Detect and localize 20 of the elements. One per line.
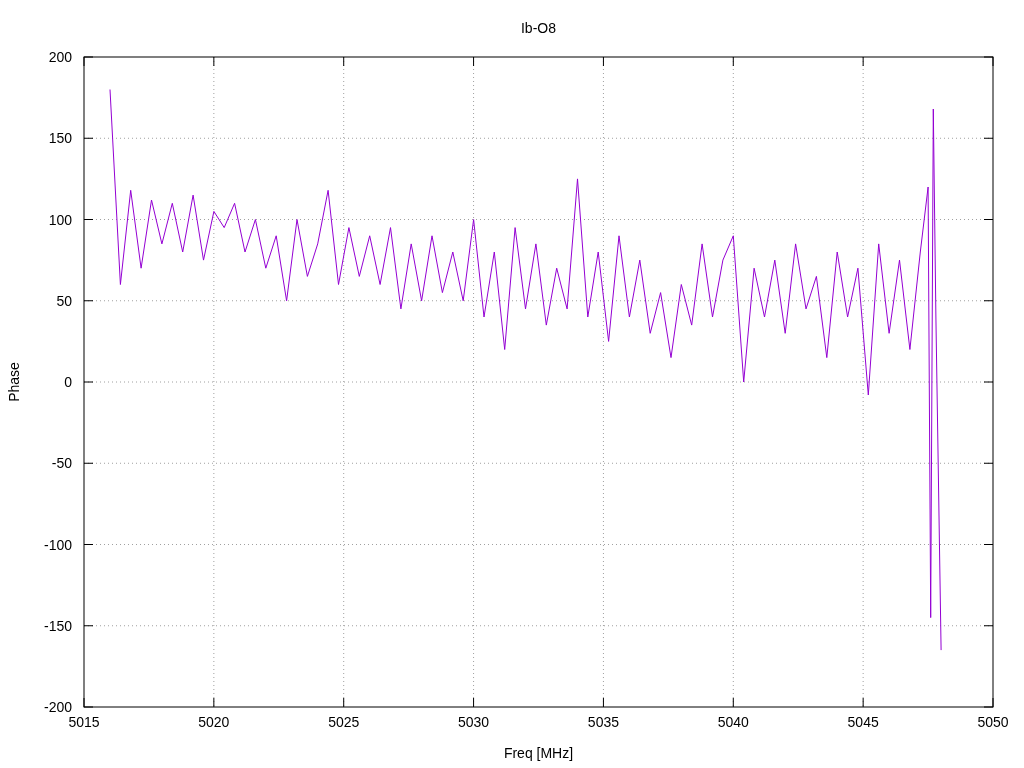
- x-tick-label: 5040: [717, 714, 749, 730]
- chart-title: Ib-O8: [521, 20, 556, 36]
- x-tick-label: 5035: [587, 714, 619, 730]
- y-tick-label: -200: [43, 699, 72, 715]
- x-tick-label: 5020: [198, 714, 230, 730]
- y-tick-label: -150: [43, 617, 72, 634]
- x-tick-label: 5025: [328, 714, 360, 730]
- x-tick-label: 5050: [977, 714, 1009, 730]
- y-tick-label: 100: [48, 211, 72, 228]
- y-axis-label: Phase: [6, 362, 22, 402]
- x-tick-label: 5030: [458, 714, 490, 730]
- x-tick-label: 5045: [847, 714, 879, 730]
- y-tick-label: 200: [48, 49, 72, 65]
- y-tick-label: 150: [48, 130, 72, 147]
- y-tick-label: 50: [56, 292, 72, 309]
- y-tick-label: -50: [51, 455, 72, 472]
- y-tick-label: -100: [43, 536, 72, 553]
- x-tick-label: 5015: [68, 714, 100, 730]
- y-tick-label: 0: [64, 374, 72, 390]
- x-axis-label: Freq [MHz]: [503, 745, 574, 761]
